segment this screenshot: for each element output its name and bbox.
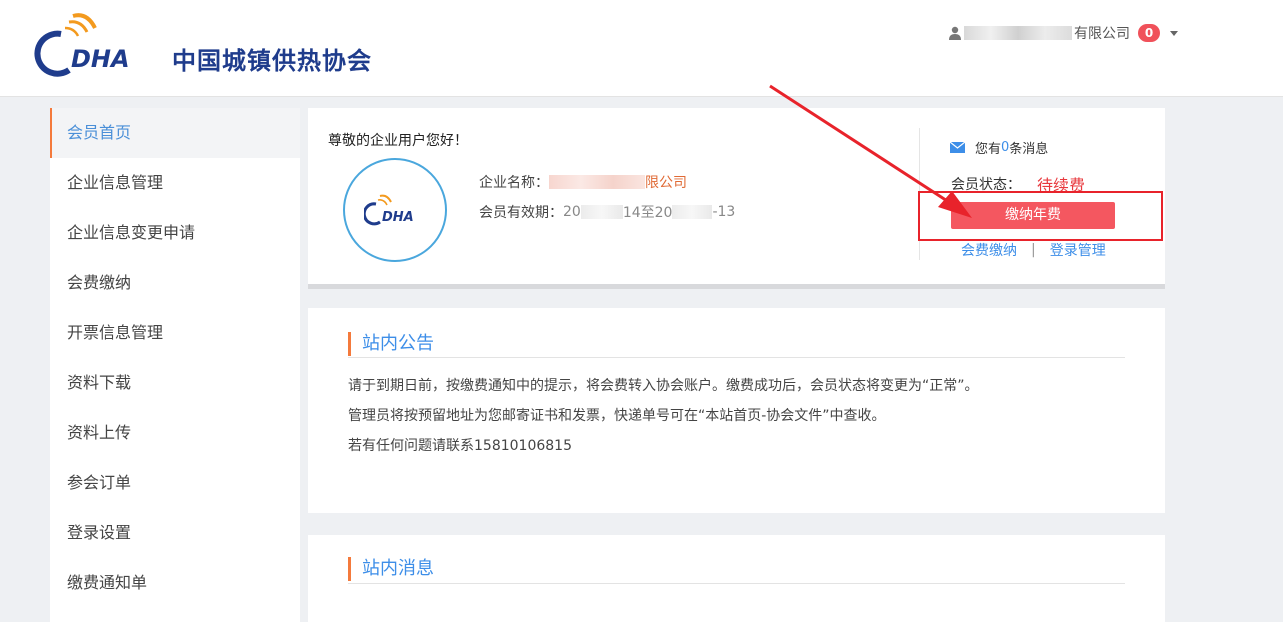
greeting: 尊敬的企业用户您好！ [328, 133, 468, 149]
notice-line-2: 管理员将按预留地址为您邮寄证书和发票，快递单号可在“本站首页-协会文件”中查收。 [348, 408, 886, 424]
masked-username [964, 26, 1072, 40]
card-divider [308, 284, 1165, 289]
validity-part3: -13 [712, 204, 736, 220]
sidebar-item-member-home[interactable]: 会员首页 [50, 108, 300, 158]
org-name: 中国城镇供热协会 [172, 47, 372, 75]
sidebar-item-upload[interactable]: 资料上传 [50, 408, 300, 458]
notification-badge[interactable]: 0 [1138, 24, 1160, 42]
dha-logo[interactable]: DHA [27, 10, 157, 80]
avatar: DHA [343, 158, 447, 262]
svg-text:DHA: DHA [382, 210, 414, 225]
validity-row: 会员有效期： 20 14至20 -13 [479, 202, 735, 222]
sidebar-item-invoice[interactable]: 开票信息管理 [50, 308, 300, 358]
avatar-logo-icon: DHA [364, 194, 414, 226]
company-label: 企业名称： [479, 175, 549, 191]
sidebar-item-download[interactable]: 资料下载 [50, 358, 300, 408]
quick-links: 会费缴纳 | 登录管理 [961, 240, 1106, 260]
messages-card: 站内消息 [308, 535, 1165, 622]
notice-card: 站内公告 请于到期日前，按缴费通知中的提示，将会费转入协会账户。缴费成功后，会员… [308, 308, 1165, 513]
logo-text: DHA [71, 45, 130, 73]
company-name-suffix: 限公司 [645, 175, 687, 191]
envelope-icon [950, 142, 965, 153]
profile-card: 尊敬的企业用户您好！ DHA 企业名称： 限公司 会员有效期： 20 14至20… [308, 108, 1165, 284]
company-name-row: 企业名称： 限公司 [479, 172, 687, 192]
msg-prefix: 您有 [975, 142, 1002, 157]
sidebar: 会员首页 企业信息管理 企业信息变更申请 会费缴纳 开票信息管理 资料下载 资料… [50, 108, 300, 622]
msg-count: 0 [1001, 140, 1010, 155]
user-menu[interactable]: 有限公司 0 [948, 22, 1178, 44]
notice-line-3: 若有任何问题请联系15810106815 [348, 438, 572, 454]
messages-title-underline [348, 583, 1125, 584]
masked-date-start [580, 205, 623, 219]
highlight-box [918, 191, 1163, 241]
notice-title: 站内公告 [348, 332, 434, 356]
header: DHA 中国城镇供热协会 有限公司 0 [0, 0, 1283, 97]
notice-line-1: 请于到期日前，按缴费通知中的提示，将会费转入协会账户。缴费成功后，会员状态将变更… [348, 378, 979, 394]
sidebar-item-orders[interactable]: 参会订单 [50, 458, 300, 508]
sidebar-item-company-info[interactable]: 企业信息管理 [50, 158, 300, 208]
login-management-link[interactable]: 登录管理 [1050, 240, 1106, 260]
fee-payment-link[interactable]: 会费缴纳 [961, 240, 1017, 260]
chevron-down-icon[interactable] [1170, 30, 1178, 36]
sidebar-item-login-settings[interactable]: 登录设置 [50, 508, 300, 558]
username-suffix: 有限公司 [1074, 26, 1130, 42]
user-icon [949, 26, 961, 40]
masked-company-name [549, 175, 645, 189]
validity-part1: 20 [563, 204, 581, 220]
sidebar-item-info-change[interactable]: 企业信息变更申请 [50, 208, 300, 258]
message-summary[interactable]: 您有 0 条消息 [950, 138, 1048, 157]
validity-label: 会员有效期： [479, 205, 563, 221]
validity-part2: 14至20 [622, 205, 673, 221]
masked-date-end [672, 205, 713, 219]
link-separator: | [1031, 242, 1036, 258]
msg-suffix: 条消息 [1009, 142, 1049, 157]
messages-title: 站内消息 [348, 557, 434, 581]
notice-title-underline [348, 357, 1125, 358]
sidebar-item-payment-notice[interactable]: 缴费通知单 [50, 558, 300, 608]
sidebar-item-fee-payment[interactable]: 会费缴纳 [50, 258, 300, 308]
